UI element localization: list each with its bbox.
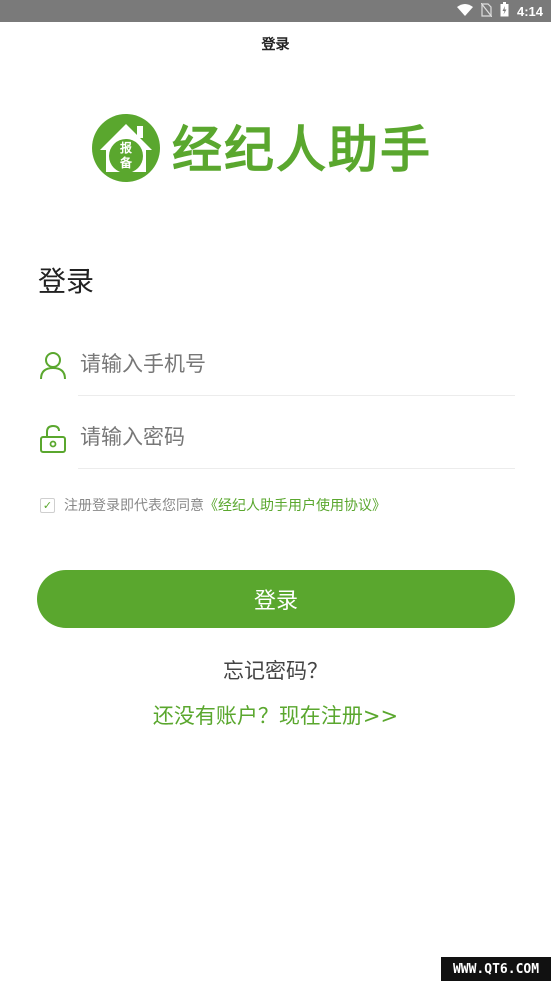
login-heading: 登录 [38,265,95,298]
agreement-row: ✓ 注册登录即代表您同意 《经纪人助手用户使用协议》 [40,495,386,515]
agreement-link[interactable]: 《经纪人助手用户使用协议》 [204,495,386,515]
phone-field [38,340,515,396]
battery-charging-icon [500,1,509,21]
login-button[interactable]: 登录 [37,570,515,628]
app-name: 经纪人助手 [172,121,432,179]
password-field [38,413,515,469]
wifi-icon [456,2,473,21]
lock-icon [38,423,68,453]
forgot-password-link[interactable]: 忘记密码？ [0,655,551,685]
no-sim-icon [480,2,493,21]
checkmark-icon: ✓ [42,498,53,512]
status-icons: 4:14 [456,1,543,21]
status-time: 4:14 [516,3,543,19]
agreement-text: 注册登录即代表您同意 [64,498,204,514]
user-icon [38,350,68,380]
page-title: 登录 [261,37,290,53]
svg-text:报: 报 [120,140,132,155]
agreement-checkbox[interactable]: ✓ [40,497,55,513]
house-badge-icon: 报 备 [90,112,162,188]
phone-underline [78,395,515,396]
password-input[interactable] [80,413,510,461]
phone-input[interactable] [80,340,510,388]
svg-text:备: 备 [119,155,133,170]
status-bar: 4:14 [0,0,551,22]
register-link[interactable]: 还没有账户？现在注册>> [0,700,551,730]
app-logo: 报 备 经纪人助手 [90,112,432,188]
watermark: WWW.QT6.COM [441,957,551,981]
password-underline [78,468,515,469]
